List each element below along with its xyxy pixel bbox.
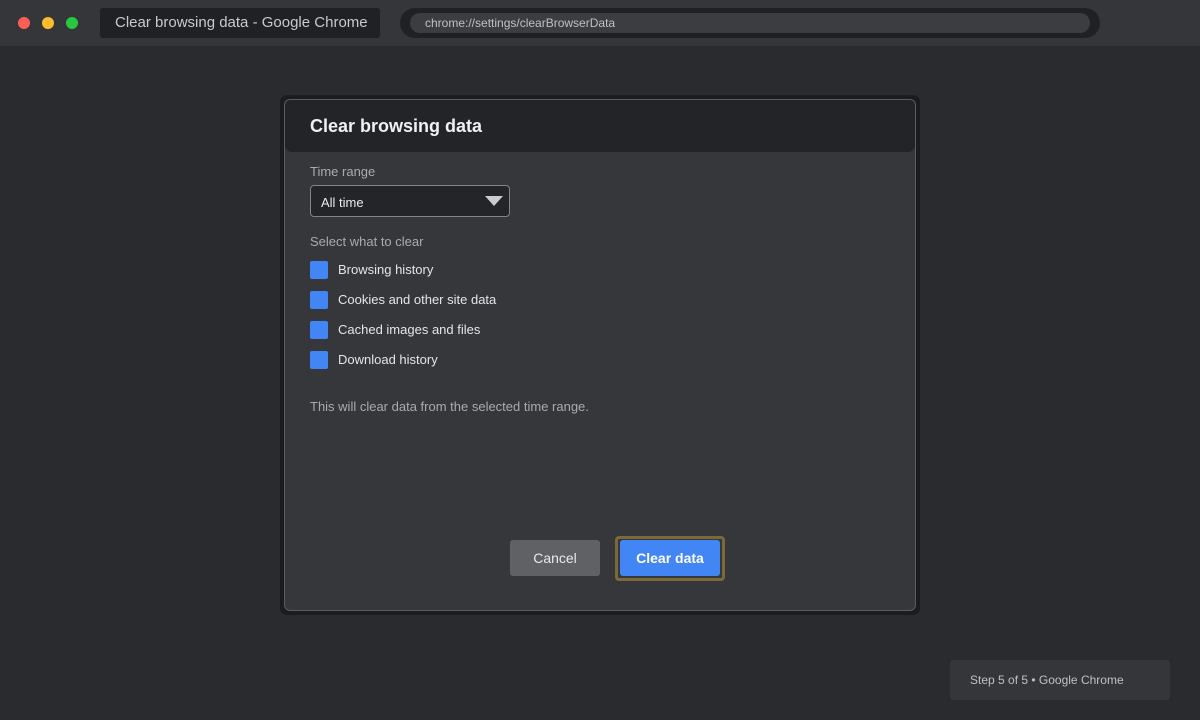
checkbox-cookies[interactable] [310, 291, 328, 309]
time-range-note: This will clear data from the selected t… [310, 399, 589, 414]
time-range-value: All time [321, 195, 364, 210]
browser-tab[interactable]: Clear browsing data - Google Chrome [100, 8, 380, 38]
select-what-to-clear-label: Select what to clear [310, 234, 424, 249]
checkbox-download-history[interactable] [310, 351, 328, 369]
dialog-header: Clear browsing data [285, 100, 915, 152]
cancel-button[interactable]: Cancel [510, 540, 600, 576]
status-indicator: Step 5 of 5 • Google Chrome [950, 660, 1170, 700]
chevron-down-icon [485, 196, 503, 206]
window-maximize-button[interactable] [66, 17, 78, 29]
option-label: Download history [338, 352, 438, 367]
address-bar[interactable]: chrome://settings/clearBrowserData [410, 13, 1090, 33]
clear-browsing-data-dialog: Clear browsing data Time range All time … [284, 99, 916, 611]
option-label: Browsing history [338, 262, 434, 277]
checkbox-browsing-history[interactable] [310, 261, 328, 279]
checkbox-cached-images[interactable] [310, 321, 328, 339]
dialog-title: Clear browsing data [310, 116, 483, 136]
time-range-label: Time range [310, 164, 376, 179]
window-close-button[interactable] [18, 17, 30, 29]
option-label: Cached images and files [338, 322, 481, 337]
title-bar: Clear browsing data - Google Chrome chro… [0, 0, 1200, 46]
clear-data-button[interactable]: Clear data [620, 540, 720, 576]
time-range-select[interactable]: All time [310, 185, 510, 217]
window-minimize-button[interactable] [42, 17, 54, 29]
option-label: Cookies and other site data [338, 292, 497, 307]
